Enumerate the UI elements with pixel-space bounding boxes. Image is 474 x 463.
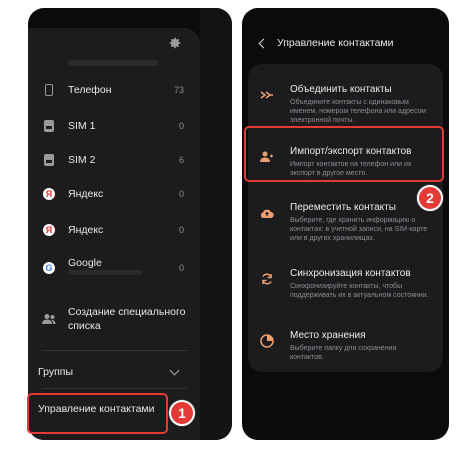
drawer-item-count: 0 [178, 225, 184, 235]
option-storage-location[interactable]: Место хранения Выберите папку для сохран… [248, 330, 443, 362]
option-description: Синхронизируйте контакты, чтобы поддержи… [290, 283, 429, 299]
yandex-icon: Я [42, 223, 56, 237]
account-name-placeholder [68, 60, 158, 66]
step-2-badge: 2 [417, 185, 443, 211]
chevron-down-icon [169, 365, 180, 375]
drawer-item-groups[interactable]: Группы [28, 360, 200, 384]
option-title: Объединить контакты [290, 84, 392, 95]
gear-icon[interactable] [168, 36, 182, 50]
page-title: Управление контактами [277, 37, 394, 49]
drawer-item-sim1[interactable]: SIM 1 0 [28, 112, 200, 140]
option-move-contacts[interactable]: Переместить контакты Выберите, где храни… [248, 202, 443, 243]
drawer-item-yandex-2[interactable]: Я Яндекс 0 [28, 216, 200, 244]
people-icon [42, 312, 56, 326]
option-title: Место хранения [290, 330, 366, 341]
drawer-item-count: 73 [173, 85, 184, 95]
drawer-item-label: SIM 1 [68, 120, 96, 132]
back-arrow-icon[interactable] [258, 38, 269, 48]
yandex-icon: Я [42, 187, 56, 201]
option-title: Переместить контакты [290, 202, 396, 213]
merge-icon [260, 88, 274, 102]
drawer-item-label: Google [68, 257, 102, 269]
drawer-item-label: SIM 2 [68, 154, 96, 166]
phone-icon [42, 83, 56, 97]
option-sync-contacts[interactable]: Синхронизация контактов Синхронизируйте … [248, 268, 443, 300]
drawer-item-label: Телефон [68, 84, 112, 96]
storage-icon [260, 334, 274, 348]
drawer-item-count: 6 [178, 155, 184, 165]
move-icon [260, 206, 274, 220]
option-description: Выберите папку для сохранения контактов. [290, 345, 397, 361]
drawer-item-create-list[interactable]: Создание специального списка [28, 304, 200, 334]
option-description: Объедините контакты с одинаковым именем,… [290, 99, 427, 124]
divider [42, 388, 188, 389]
option-title: Синхронизация контактов [290, 268, 411, 279]
drawer-item-label: Создание специального списка [68, 306, 186, 332]
option-merge-contacts[interactable]: Объединить контакты Объедините контакты … [248, 84, 443, 125]
account-email-placeholder [68, 270, 142, 275]
right-phone-screen: Управление контактами Объединить контакт… [242, 8, 449, 440]
drawer-item-count: 0 [178, 121, 184, 131]
drawer-item-count: 0 [178, 189, 184, 199]
google-icon: G [42, 261, 56, 275]
options-card: Объединить контакты Объедините контакты … [248, 64, 443, 372]
sync-icon [260, 272, 274, 286]
option-description: Выберите, где хранить информацию о конта… [290, 217, 428, 242]
contacts-list-background [200, 8, 232, 440]
drawer-item-google[interactable]: G Google 0 [28, 254, 200, 282]
left-phone-screen: Телефон 73 SIM 1 0 SIM 2 6 Я Яндекс 0 Я … [28, 8, 232, 440]
step-2-highlight [244, 126, 444, 182]
app-bar: Управление контактами [242, 34, 449, 52]
step-1-highlight [27, 393, 168, 434]
sim-icon [42, 119, 56, 133]
groups-label: Группы [38, 366, 73, 378]
drawer-item-label: Яндекс [68, 224, 104, 236]
drawer-item-label: Яндекс [68, 188, 104, 200]
drawer-item-sim2[interactable]: SIM 2 6 [28, 146, 200, 174]
drawer-item-yandex-1[interactable]: Я Яндекс 0 [28, 180, 200, 208]
drawer-item-phone[interactable]: Телефон 73 [28, 76, 200, 104]
step-1-badge: 1 [169, 400, 195, 426]
drawer-item-count: 0 [178, 263, 184, 273]
sim-icon [42, 153, 56, 167]
divider [42, 350, 188, 351]
